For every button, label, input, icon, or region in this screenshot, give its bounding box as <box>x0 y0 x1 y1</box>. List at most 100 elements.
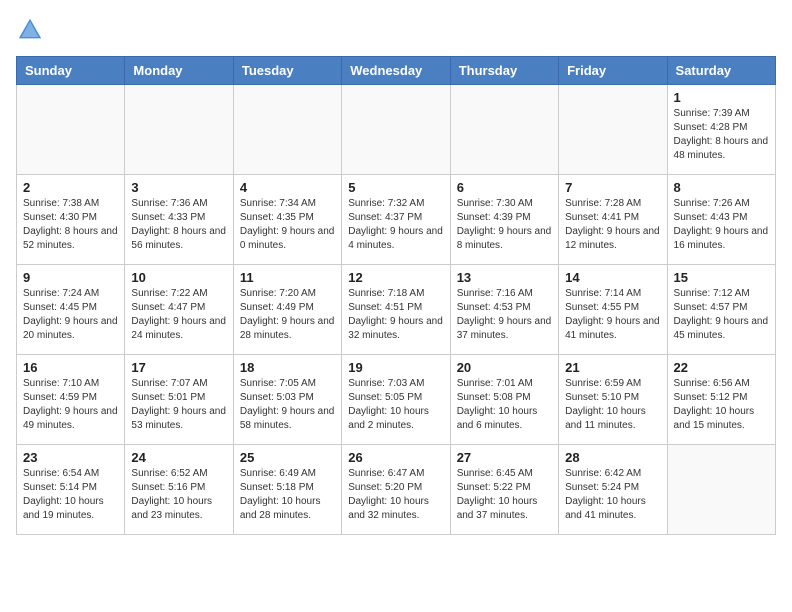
calendar-day-cell: 4 Sunrise: 7:34 AM Sunset: 4:35 PM Daylig… <box>233 175 341 265</box>
day-info: Sunrise: 7:36 AM Sunset: 4:33 PM Dayligh… <box>131 197 226 253</box>
calendar-day-cell: 2Sunrise: 7:38 AM Sunset: 4:30 PM Daylig… <box>17 175 125 265</box>
calendar-day-cell: 19Sunrise: 7:03 AM Sunset: 5:05 PM Dayli… <box>342 355 450 445</box>
day-info: Sunrise: 6:49 AM Sunset: 5:18 PM Dayligh… <box>240 467 335 523</box>
day-number: 25 <box>240 450 335 465</box>
calendar-day-cell: 21 Sunrise: 6:59 AM Sunset: 5:10 PM Dayli… <box>559 355 667 445</box>
calendar-day-cell: 6 Sunrise: 7:30 AM Sunset: 4:39 PM Daylig… <box>450 175 558 265</box>
day-number: 6 <box>457 180 552 195</box>
day-number: 17 <box>131 360 226 375</box>
calendar-day-cell <box>17 85 125 175</box>
day-info: Sunrise: 7:39 AM Sunset: 4:28 PM Dayligh… <box>674 107 769 163</box>
calendar-day-cell: 9 Sunrise: 7:24 AM Sunset: 4:45 PM Daylig… <box>17 265 125 355</box>
day-number: 9 <box>23 270 118 285</box>
calendar-table: SundayMondayTuesdayWednesdayThursdayFrid… <box>16 56 776 535</box>
day-info: Sunrise: 6:56 AM Sunset: 5:12 PM Dayligh… <box>674 377 769 433</box>
day-number: 15 <box>674 270 769 285</box>
day-number: 26 <box>348 450 443 465</box>
weekday-header: Saturday <box>667 57 775 85</box>
day-number: 22 <box>674 360 769 375</box>
calendar-day-cell: 14 Sunrise: 7:14 AM Sunset: 4:55 PM Dayli… <box>559 265 667 355</box>
day-info: Sunrise: 7:24 AM Sunset: 4:45 PM Dayligh… <box>23 287 118 343</box>
day-number: 7 <box>565 180 660 195</box>
day-number: 4 <box>240 180 335 195</box>
calendar-day-cell: 3 Sunrise: 7:36 AM Sunset: 4:33 PM Daylig… <box>125 175 233 265</box>
day-info: Sunrise: 7:22 AM Sunset: 4:47 PM Dayligh… <box>131 287 226 343</box>
day-number: 16 <box>23 360 118 375</box>
calendar-day-cell: 7 Sunrise: 7:28 AM Sunset: 4:41 PM Daylig… <box>559 175 667 265</box>
day-number: 23 <box>23 450 118 465</box>
calendar-day-cell: 25 Sunrise: 6:49 AM Sunset: 5:18 PM Dayli… <box>233 445 341 535</box>
calendar-week-row: 9 Sunrise: 7:24 AM Sunset: 4:45 PM Daylig… <box>17 265 776 355</box>
calendar-day-cell: 11Sunrise: 7:20 AM Sunset: 4:49 PM Dayli… <box>233 265 341 355</box>
day-info: Sunrise: 6:52 AM Sunset: 5:16 PM Dayligh… <box>131 467 226 523</box>
weekday-header: Monday <box>125 57 233 85</box>
day-number: 28 <box>565 450 660 465</box>
calendar-day-cell: 12 Sunrise: 7:18 AM Sunset: 4:51 PM Dayli… <box>342 265 450 355</box>
weekday-header: Thursday <box>450 57 558 85</box>
page-header <box>16 16 776 44</box>
calendar-day-cell: 5 Sunrise: 7:32 AM Sunset: 4:37 PM Daylig… <box>342 175 450 265</box>
day-number: 2 <box>23 180 118 195</box>
calendar-day-cell: 24 Sunrise: 6:52 AM Sunset: 5:16 PM Dayli… <box>125 445 233 535</box>
logo-icon <box>16 16 44 44</box>
day-number: 11 <box>240 270 335 285</box>
day-info: Sunrise: 7:28 AM Sunset: 4:41 PM Dayligh… <box>565 197 660 253</box>
day-info: Sunrise: 7:34 AM Sunset: 4:35 PM Dayligh… <box>240 197 335 253</box>
day-number: 27 <box>457 450 552 465</box>
day-number: 14 <box>565 270 660 285</box>
calendar-week-row: 1 Sunrise: 7:39 AM Sunset: 4:28 PM Daylig… <box>17 85 776 175</box>
calendar-day-cell <box>667 445 775 535</box>
day-info: Sunrise: 7:01 AM Sunset: 5:08 PM Dayligh… <box>457 377 552 433</box>
calendar-day-cell: 17 Sunrise: 7:07 AM Sunset: 5:01 PM Dayli… <box>125 355 233 445</box>
day-info: Sunrise: 6:59 AM Sunset: 5:10 PM Dayligh… <box>565 377 660 433</box>
day-number: 24 <box>131 450 226 465</box>
day-number: 1 <box>674 90 769 105</box>
calendar-day-cell: 18 Sunrise: 7:05 AM Sunset: 5:03 PM Dayli… <box>233 355 341 445</box>
calendar-day-cell: 27 Sunrise: 6:45 AM Sunset: 5:22 PM Dayli… <box>450 445 558 535</box>
day-info: Sunrise: 7:14 AM Sunset: 4:55 PM Dayligh… <box>565 287 660 343</box>
weekday-header: Sunday <box>17 57 125 85</box>
day-number: 3 <box>131 180 226 195</box>
day-number: 18 <box>240 360 335 375</box>
calendar-day-cell: 20 Sunrise: 7:01 AM Sunset: 5:08 PM Dayli… <box>450 355 558 445</box>
day-info: Sunrise: 7:07 AM Sunset: 5:01 PM Dayligh… <box>131 377 226 433</box>
day-info: Sunrise: 7:30 AM Sunset: 4:39 PM Dayligh… <box>457 197 552 253</box>
day-number: 13 <box>457 270 552 285</box>
calendar-day-cell: 26 Sunrise: 6:47 AM Sunset: 5:20 PM Dayli… <box>342 445 450 535</box>
day-info: Sunrise: 6:54 AM Sunset: 5:14 PM Dayligh… <box>23 467 118 523</box>
day-info: Sunrise: 6:42 AM Sunset: 5:24 PM Dayligh… <box>565 467 660 523</box>
day-info: Sunrise: 6:45 AM Sunset: 5:22 PM Dayligh… <box>457 467 552 523</box>
calendar-day-cell: 13 Sunrise: 7:16 AM Sunset: 4:53 PM Dayli… <box>450 265 558 355</box>
calendar-day-cell <box>125 85 233 175</box>
day-number: 5 <box>348 180 443 195</box>
day-info: Sunrise: 6:47 AM Sunset: 5:20 PM Dayligh… <box>348 467 443 523</box>
day-number: 10 <box>131 270 226 285</box>
day-number: 8 <box>674 180 769 195</box>
day-info: Sunrise: 7:16 AM Sunset: 4:53 PM Dayligh… <box>457 287 552 343</box>
day-info: Sunrise: 7:26 AM Sunset: 4:43 PM Dayligh… <box>674 197 769 253</box>
day-number: 12 <box>348 270 443 285</box>
calendar-day-cell: 23 Sunrise: 6:54 AM Sunset: 5:14 PM Dayli… <box>17 445 125 535</box>
calendar-day-cell: 28 Sunrise: 6:42 AM Sunset: 5:24 PM Dayli… <box>559 445 667 535</box>
calendar-week-row: 23 Sunrise: 6:54 AM Sunset: 5:14 PM Dayli… <box>17 445 776 535</box>
calendar-day-cell: 16 Sunrise: 7:10 AM Sunset: 4:59 PM Dayli… <box>17 355 125 445</box>
logo <box>16 16 46 44</box>
day-info: Sunrise: 7:32 AM Sunset: 4:37 PM Dayligh… <box>348 197 443 253</box>
day-number: 20 <box>457 360 552 375</box>
calendar-day-cell <box>450 85 558 175</box>
day-info: Sunrise: 7:05 AM Sunset: 5:03 PM Dayligh… <box>240 377 335 433</box>
day-info: Sunrise: 7:12 AM Sunset: 4:57 PM Dayligh… <box>674 287 769 343</box>
calendar-week-row: 2Sunrise: 7:38 AM Sunset: 4:30 PM Daylig… <box>17 175 776 265</box>
calendar-day-cell: 1 Sunrise: 7:39 AM Sunset: 4:28 PM Daylig… <box>667 85 775 175</box>
day-number: 21 <box>565 360 660 375</box>
calendar-week-row: 16 Sunrise: 7:10 AM Sunset: 4:59 PM Dayli… <box>17 355 776 445</box>
calendar-day-cell <box>233 85 341 175</box>
calendar-day-cell: 8 Sunrise: 7:26 AM Sunset: 4:43 PM Daylig… <box>667 175 775 265</box>
day-info: Sunrise: 7:18 AM Sunset: 4:51 PM Dayligh… <box>348 287 443 343</box>
calendar-day-cell: 10 Sunrise: 7:22 AM Sunset: 4:47 PM Dayli… <box>125 265 233 355</box>
day-info: Sunrise: 7:03 AM Sunset: 5:05 PM Dayligh… <box>348 377 443 433</box>
calendar-day-cell: 22 Sunrise: 6:56 AM Sunset: 5:12 PM Dayli… <box>667 355 775 445</box>
day-info: Sunrise: 7:10 AM Sunset: 4:59 PM Dayligh… <box>23 377 118 433</box>
weekday-header: Wednesday <box>342 57 450 85</box>
calendar-day-cell: 15 Sunrise: 7:12 AM Sunset: 4:57 PM Dayli… <box>667 265 775 355</box>
